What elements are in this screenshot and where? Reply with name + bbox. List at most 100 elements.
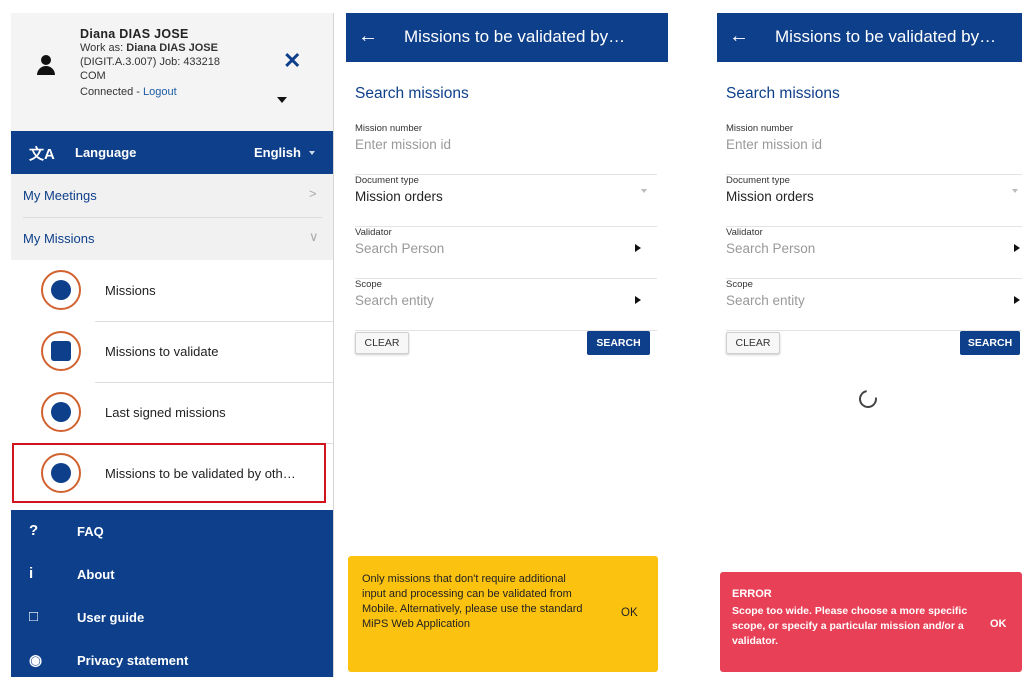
screen-title: Missions to be validated by… [404,27,626,46]
dropdown-arrow-icon [1012,189,1018,193]
submenu-item-label: Missions to validate [105,344,219,359]
error-toast: ERROR Scope too wide. Please choose a mo… [720,572,1022,672]
work-as-line: Work as: Diana DIAS JOSE [80,41,270,55]
nav-item-my-meetings[interactable]: My Meetings > [11,174,333,217]
search-screen-warning: ← Missions to be validated by… Search mi… [346,13,668,677]
error-ok-button[interactable]: OK [990,618,1007,630]
app-bar: ← Missions to be validated by… [346,13,668,62]
field-value: Mission orders [355,189,443,204]
mission-number-field[interactable]: Mission number Enter mission id [355,123,657,175]
field-placeholder: Search entity [726,293,805,308]
work-as-name: Diana DIAS JOSE [126,42,218,54]
logout-link[interactable]: Logout [143,86,177,98]
shield-icon: ◉ [29,652,43,669]
profile-dropdown-icon[interactable] [277,97,287,103]
footer-item-faq[interactable]: ? FAQ [11,510,333,553]
field-value: Mission orders [726,189,814,204]
scope-field[interactable]: Scope Search entity [355,279,657,331]
work-as-prefix: Work as: [80,42,127,54]
user-name: Diana DIAS JOSE [80,27,189,41]
field-label: Scope [726,279,753,290]
error-message: Scope too wide. Please choose a more spe… [732,605,968,647]
briefcase-icon [41,270,81,310]
submenu-item-label: Last signed missions [105,405,226,420]
info-icon: i [29,565,34,582]
search-button[interactable]: SEARCH [960,331,1020,355]
back-arrow-icon[interactable]: ← [729,25,749,48]
field-placeholder: Search entity [355,293,434,308]
validator-field[interactable]: Validator Search Person [355,227,657,279]
dropdown-arrow-icon [641,189,647,193]
footer-item-label: FAQ [77,524,104,539]
app-bar: ← Missions to be validated by… [717,13,1022,62]
user-icon [37,55,55,77]
chevron-down-icon: ∨ [309,229,319,244]
document-type-select[interactable]: Document type Mission orders [726,175,1022,227]
pen-icon [41,392,81,432]
search-screen-error: ← Missions to be validated by… Search mi… [717,13,1022,677]
clear-button[interactable]: CLEAR [726,332,780,354]
warning-message: Only missions that don't require additio… [362,573,583,630]
language-value: English [254,145,301,160]
mission-number-field[interactable]: Mission number Enter mission id [726,123,1022,175]
book-icon: □ [29,608,39,625]
language-selector[interactable]: 文A Language English [11,131,333,174]
validator-field[interactable]: Validator Search Person [726,227,1022,279]
field-label: Document type [726,175,790,186]
screen-title: Missions to be validated by… [775,27,997,46]
footer-item-user-guide[interactable]: □ User guide [11,596,333,639]
field-placeholder: Search Person [355,241,445,256]
footer-item-privacy-statement[interactable]: ◉ Privacy statement [11,639,333,677]
caret-right-icon [635,296,641,304]
user-unit-job: (DIGIT.A.3.007) Job: 433218 [80,56,221,68]
section-title: Search missions [355,85,469,102]
submenu-item-missions-to-validate[interactable]: Missions to validate [11,321,333,382]
nav-item-label: My Meetings [23,188,97,203]
footer-item-label: Privacy statement [77,653,189,668]
submenu-item-label: Missions [105,283,156,298]
clipboard-check-icon [41,331,81,371]
submenu-item-missions[interactable]: Missions [11,260,333,321]
document-type-select[interactable]: Document type Mission orders [355,175,657,227]
field-label: Validator [355,227,392,238]
nav-item-label: My Missions [23,231,95,246]
error-title: ERROR [732,588,772,600]
field-label: Scope [355,279,382,290]
translate-icon: 文A [29,146,55,163]
caret-right-icon [1014,296,1020,304]
back-arrow-icon[interactable]: ← [358,25,378,48]
composite-screenshot: Diana DIAS JOSE Work as: Diana DIAS JOSE… [0,0,1022,677]
user-info: Diana DIAS JOSE Work as: Diana DIAS JOSE… [80,27,270,98]
warning-ok-button[interactable]: OK [621,607,638,619]
field-label: Validator [726,227,763,238]
connection-status: Connected - Logout [80,86,270,98]
warning-toast: Only missions that don't require additio… [348,556,658,672]
footer-item-label: About [77,567,115,582]
chevron-right-icon: > [309,186,317,201]
footer-item-about[interactable]: i About [11,553,333,596]
navigation-drawer: Diana DIAS JOSE Work as: Diana DIAS JOSE… [11,13,334,677]
caret-right-icon [1014,244,1020,252]
language-label: Language [75,145,137,160]
scope-field[interactable]: Scope Search entity [726,279,1022,331]
field-placeholder: Search Person [726,241,816,256]
user-profile-header: Diana DIAS JOSE Work as: Diana DIAS JOSE… [11,13,333,131]
nav-item-my-missions[interactable]: My Missions ∨ [11,217,333,260]
field-placeholder: Enter mission id [355,137,452,152]
clear-button[interactable]: CLEAR [355,332,409,354]
section-title: Search missions [726,85,840,102]
footer-item-label: User guide [77,610,145,625]
caret-right-icon [635,244,641,252]
close-icon[interactable]: ✕ [283,50,301,72]
field-label: Mission number [726,123,794,134]
field-label: Document type [355,175,419,186]
loading-spinner-icon [855,386,881,412]
search-button[interactable]: SEARCH [587,331,650,355]
question-icon: ? [29,522,39,539]
field-placeholder: Enter mission id [726,137,823,152]
selection-highlight [12,443,326,503]
connected-label: Connected - [80,86,143,98]
submenu-item-last-signed-missions[interactable]: Last signed missions [11,382,333,443]
field-label: Mission number [355,123,423,134]
user-institution: COM [80,70,106,82]
